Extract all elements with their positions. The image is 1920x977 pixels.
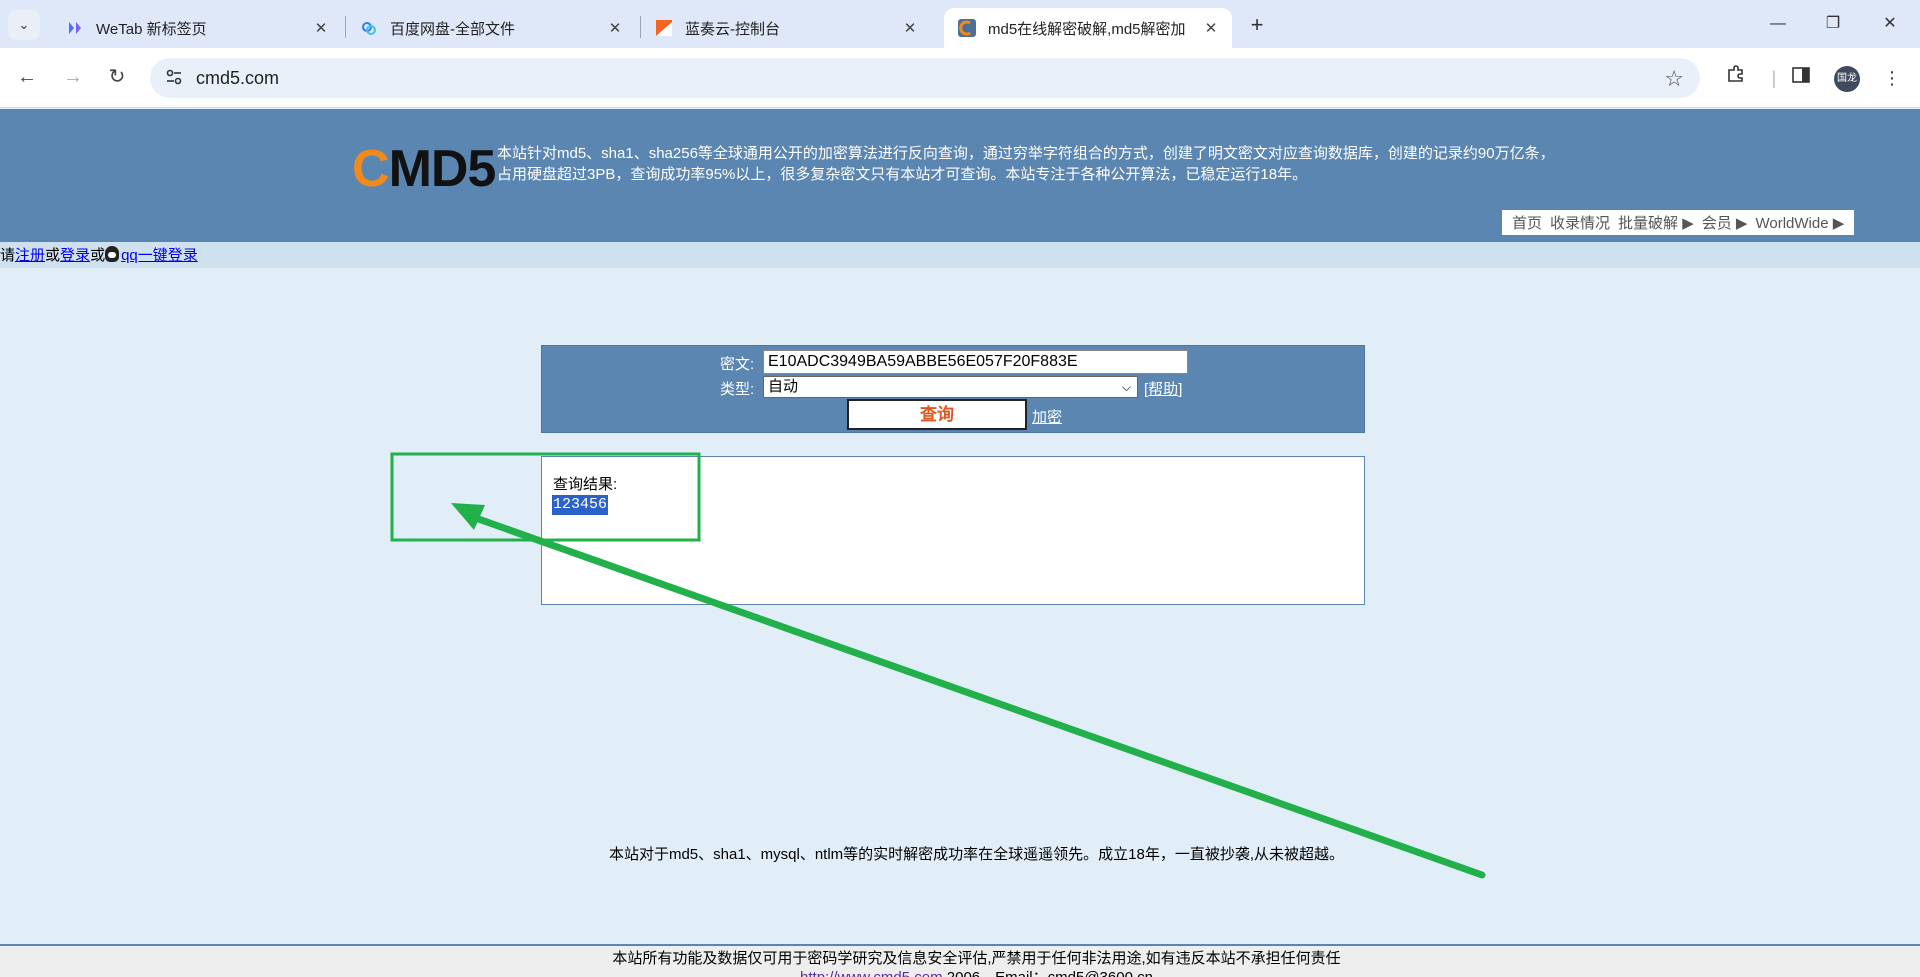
- type-select-value: 自动: [768, 378, 799, 395]
- query-form: 密文: E10ADC3949BA59ABBE56E057F20F883E 类型:…: [541, 345, 1365, 433]
- bookmark-star-icon[interactable]: ☆: [1664, 66, 1684, 92]
- side-panel-icon[interactable]: [1787, 64, 1815, 92]
- type-label: 类型:: [720, 381, 755, 398]
- cipher-label: 密文:: [720, 356, 755, 373]
- footer-home-link[interactable]: http://www.cmd5.com: [800, 969, 943, 977]
- nav-coverage[interactable]: 收录情况: [1550, 212, 1610, 233]
- address-bar[interactable]: cmd5.com ☆: [150, 58, 1700, 98]
- tab-title: md5在线解密破解,md5解密加: [988, 20, 1186, 38]
- close-tab-icon[interactable]: ✕: [901, 19, 919, 37]
- qq-penguin-icon: [105, 246, 120, 262]
- annotation-arrow-head: [451, 503, 485, 530]
- tab-title: WeTab 新标签页: [96, 20, 207, 38]
- register-link[interactable]: 注册: [15, 247, 45, 264]
- result-label: 查询结果:: [553, 476, 618, 493]
- more-menu-icon[interactable]: ⋮: [1878, 64, 1906, 92]
- type-select[interactable]: 自动 ⌵: [763, 376, 1138, 398]
- nav-membership[interactable]: 会员 ▶: [1702, 212, 1748, 233]
- encrypt-link[interactable]: 加密: [1032, 406, 1062, 427]
- tab-cmd5[interactable]: md5在线解密破解,md5解密加 ✕: [944, 8, 1232, 48]
- cipher-input[interactable]: E10ADC3949BA59ABBE56E057F20F883E: [763, 350, 1188, 374]
- tab-title: 百度网盘-全部文件: [390, 20, 515, 38]
- login-or: 或: [45, 247, 61, 264]
- site-tagline: 本站对于md5、sha1、mysql、ntlm等的实时解密成功率在全球遥遥领先。…: [608, 846, 1345, 863]
- login-bar: 请注册或登录或 qq一键登录: [0, 242, 1920, 268]
- wetab-icon: [66, 19, 84, 37]
- nav-worldwide[interactable]: WorldWide ▶: [1755, 214, 1844, 232]
- tab-lanzou[interactable]: 蓝奏云-控制台 ✕: [641, 8, 931, 48]
- site-settings-icon[interactable]: [164, 68, 184, 88]
- login-prefix: 请: [0, 247, 16, 264]
- tab-search-button[interactable]: ⌄: [8, 10, 40, 40]
- login-link[interactable]: 登录: [60, 247, 90, 264]
- new-tab-button[interactable]: +: [1242, 12, 1272, 38]
- login-or: 或: [90, 247, 106, 264]
- lanzou-icon: [655, 19, 673, 37]
- forward-icon[interactable]: →: [58, 62, 88, 92]
- toolbar-divider: |: [1771, 68, 1777, 88]
- browser-toolbar: ← → ↻ cmd5.com ☆ | ⋮: [0, 48, 1920, 108]
- footer-email: 2006，Email：cmd5@3600.cn: [943, 969, 1153, 977]
- help-link-group: [帮助]: [1144, 381, 1183, 398]
- nav-batch-crack[interactable]: 批量破解 ▶: [1618, 212, 1694, 233]
- footer-disclaimer: 本站所有功能及数据仅可用于密码学研究及信息安全评估,严禁用于任何非法用途,如有违…: [612, 950, 1341, 967]
- chevron-down-icon: ⌵: [1121, 380, 1131, 394]
- site-footer: 本站所有功能及数据仅可用于密码学研究及信息安全评估,严禁用于任何非法用途,如有违…: [0, 944, 1920, 977]
- result-panel: 查询结果: 123456: [541, 456, 1365, 605]
- site-top-nav: 首页 收录情况 批量破解 ▶ 会员 ▶ WorldWide ▶: [1502, 210, 1855, 235]
- profile-avatar[interactable]: 国龙: [1834, 66, 1860, 92]
- minimize-icon[interactable]: —: [1758, 10, 1798, 38]
- intro-line-2: 占用硬盘超过3PB，查询成功率95%以上，很多复杂密文只有本站才可查询。本站专注…: [497, 166, 1308, 183]
- back-icon[interactable]: ←: [12, 62, 42, 92]
- reload-icon[interactable]: ↻: [102, 62, 132, 92]
- help-link[interactable]: 帮助: [1148, 381, 1178, 398]
- nav-home[interactable]: 首页: [1512, 212, 1542, 233]
- query-button[interactable]: 查询: [847, 399, 1027, 430]
- close-tab-icon[interactable]: ✕: [312, 19, 330, 37]
- baidu-netdisk-icon: [360, 19, 378, 37]
- restore-icon[interactable]: ❐: [1813, 10, 1853, 38]
- qq-login-link[interactable]: qq一键登录: [121, 247, 198, 264]
- extensions-icon[interactable]: [1722, 64, 1750, 92]
- close-tab-icon[interactable]: ✕: [1202, 19, 1220, 37]
- url-text: cmd5.com: [196, 68, 280, 88]
- result-value[interactable]: 123456: [552, 495, 609, 515]
- site-intro: 本站针对md5、sha1、sha256等全球通用公开的加密算法进行反向查询，通过…: [497, 143, 1597, 185]
- footer-contact: http://www.cmd5.com 2006，Email：cmd5@3600…: [33, 968, 1920, 977]
- tab-baidu-netdisk[interactable]: 百度网盘-全部文件 ✕: [346, 8, 636, 48]
- intro-line-1: 本站针对md5、sha1、sha256等全球通用公开的加密算法进行反向查询，通过…: [497, 145, 1555, 162]
- close-tab-icon[interactable]: ✕: [606, 19, 624, 37]
- tab-title: 蓝奏云-控制台: [685, 20, 780, 38]
- window-close-icon[interactable]: ✕: [1870, 10, 1910, 38]
- browser-tab-strip: ⌄ WeTab 新标签页 ✕ 百度网盘-全部文件 ✕ 蓝奏云-控制台 ✕ md5…: [0, 0, 1920, 48]
- cmd5-logo[interactable]: CMD5: [352, 143, 496, 195]
- tab-wetab[interactable]: WeTab 新标签页 ✕: [52, 8, 342, 48]
- cmd5-icon: [958, 19, 976, 37]
- chevron-down-icon: ⌄: [18, 17, 30, 32]
